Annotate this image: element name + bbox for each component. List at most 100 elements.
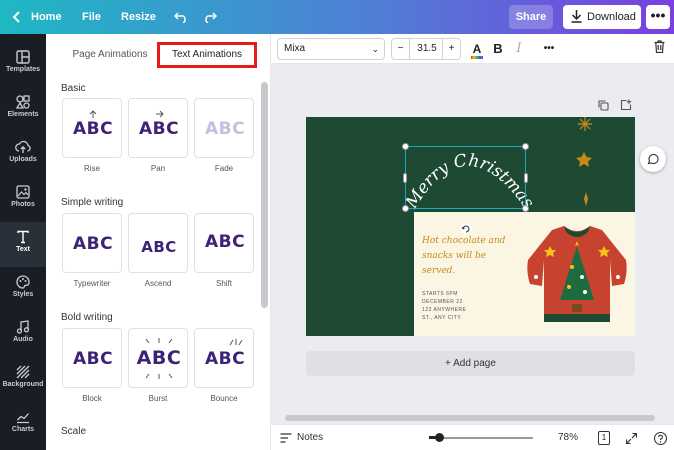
file-menu[interactable]: File <box>82 0 101 34</box>
notes-icon <box>280 433 292 443</box>
animation-label-fade: Fade <box>214 164 234 173</box>
animation-label-rise: Rise <box>83 164 100 173</box>
font-size-stepper[interactable]: − 31.5 + <box>391 38 461 60</box>
animation-preview-text: ABC <box>136 347 182 369</box>
panel-scrollbar[interactable] <box>261 82 268 308</box>
trash-icon <box>654 40 664 54</box>
animation-card-fade[interactable]: ABC <box>194 98 254 158</box>
more-text-options-button[interactable]: ••• <box>541 40 557 58</box>
chart-line-icon <box>17 413 29 424</box>
chevron-down-icon: ⌄ <box>371 44 379 54</box>
rail-item-background[interactable]: Background <box>0 357 46 402</box>
page-count-button[interactable]: 1 <box>598 431 610 445</box>
horizontal-scrollbar[interactable] <box>285 415 655 421</box>
resize-handle[interactable] <box>522 205 529 212</box>
animation-card-typewriter[interactable]: ABC <box>62 213 122 273</box>
rail-item-audio[interactable]: Audio <box>0 312 46 357</box>
italic-button[interactable]: I <box>512 40 526 58</box>
invitation-card[interactable]: Hot chocolate and snacks will be served.… <box>414 212 635 336</box>
resize-handle[interactable] <box>402 205 409 212</box>
animation-preview-text: ABC <box>204 349 246 369</box>
animation-preview-text: ABC <box>72 349 114 369</box>
chevron-left-icon[interactable] <box>12 0 21 34</box>
animation-label-ascend: Ascend <box>144 279 172 288</box>
add-page-icon[interactable] <box>620 99 632 114</box>
section-title-simple-writing: Simple writing <box>61 197 124 208</box>
arrow-up-icon <box>89 110 97 118</box>
rail-item-uploads[interactable]: Uploads <box>0 132 46 177</box>
bold-button[interactable]: B <box>491 40 505 58</box>
add-page-button[interactable]: + Add page <box>306 351 635 376</box>
delete-button[interactable] <box>652 40 666 58</box>
animation-label-block: Block <box>82 394 102 403</box>
rail-item-templates[interactable]: Templates <box>0 42 46 87</box>
resize-button[interactable]: Resize <box>121 0 156 34</box>
zoom-slider[interactable] <box>429 437 533 439</box>
tab-page-animations[interactable]: Page Animations <box>68 42 152 68</box>
bounce-sparks-icon <box>229 339 243 346</box>
rail-item-charts[interactable]: Charts <box>0 402 46 447</box>
text-color-button[interactable]: A <box>469 40 485 59</box>
text-selection-box[interactable] <box>402 143 529 235</box>
help-icon[interactable] <box>654 432 667 445</box>
redo-icon[interactable] <box>203 0 218 34</box>
rail-label: Templates <box>5 66 41 73</box>
resize-handle[interactable] <box>403 173 407 183</box>
duplicate-page-icon[interactable] <box>598 100 609 114</box>
increase-size-button[interactable]: + <box>442 39 460 59</box>
animation-card-block[interactable]: ABC <box>62 328 122 388</box>
tab-text-animations[interactable]: Text Animations <box>157 42 257 68</box>
font-family-select[interactable]: Mixa ⌄ <box>277 38 385 60</box>
share-button[interactable]: Share <box>509 5 553 29</box>
fullscreen-icon[interactable] <box>626 433 637 444</box>
animation-label-typewriter: Typewriter <box>73 279 111 288</box>
section-title-bold-writing: Bold writing <box>61 312 113 323</box>
download-button[interactable]: Download <box>563 5 641 29</box>
card-details: STARTS 6PM DECEMBER 22 123 ANYWHERE ST.,… <box>422 290 522 322</box>
animation-card-shift[interactable]: ABC <box>194 213 254 273</box>
rail-label: Uploads <box>9 156 37 163</box>
animation-preview-text: ABC <box>204 119 246 139</box>
rail-item-elements[interactable]: Elements <box>0 87 46 132</box>
zoom-level[interactable]: 78% <box>558 425 578 450</box>
animation-card-bounce[interactable]: ABC <box>194 328 254 388</box>
home-button[interactable]: Home <box>31 0 62 34</box>
font-size-value[interactable]: 31.5 <box>410 39 444 59</box>
shapes-icon <box>16 95 30 109</box>
section-title-scale: Scale <box>61 426 87 437</box>
animation-card-ascend[interactable]: ABC <box>128 213 188 273</box>
decrease-size-button[interactable]: − <box>392 39 410 59</box>
animation-card-burst[interactable]: ABC <box>128 328 188 388</box>
animation-label-bounce: Bounce <box>210 394 238 403</box>
resize-handle[interactable] <box>522 143 529 150</box>
rail-label: Text <box>16 246 30 253</box>
rail-label: Elements <box>7 111 39 118</box>
animation-preview-text: ABC <box>204 232 246 252</box>
rail-item-styles[interactable]: Styles <box>0 267 46 312</box>
animation-label-shift: Shift <box>215 279 232 288</box>
card-detail-line: DECEMBER 22 <box>422 299 463 305</box>
text-color-icon: A <box>472 42 482 56</box>
animation-preview-text: ABC <box>141 238 177 256</box>
resize-handle[interactable] <box>524 173 528 183</box>
notes-button[interactable]: Notes <box>297 425 323 450</box>
burst-sparks-icon <box>145 373 173 379</box>
animation-card-rise[interactable]: ABC <box>62 98 122 158</box>
text-toolbar: Mixa ⌄ − 31.5 + A B I ••• <box>271 34 674 64</box>
undo-icon[interactable] <box>173 0 188 34</box>
more-options-button[interactable]: ••• <box>646 5 670 29</box>
animation-card-pan[interactable]: ABC <box>128 98 188 158</box>
rail-item-text[interactable]: Text <box>0 222 46 267</box>
card-detail-line: ST., ANY CITY <box>422 315 462 321</box>
side-rail: Templates Elements Uploads Photos Text S… <box>0 34 46 450</box>
zoom-slider-handle[interactable] <box>434 433 444 442</box>
image-icon <box>16 185 30 199</box>
download-icon <box>571 10 582 23</box>
rotate-icon[interactable] <box>460 223 472 235</box>
music-note-icon <box>16 320 30 334</box>
comment-button[interactable] <box>640 146 666 172</box>
resize-handle[interactable] <box>402 143 409 150</box>
burst-sparks-icon <box>145 338 173 344</box>
rail-item-photos[interactable]: Photos <box>0 177 46 222</box>
pattern-icon <box>16 365 30 379</box>
